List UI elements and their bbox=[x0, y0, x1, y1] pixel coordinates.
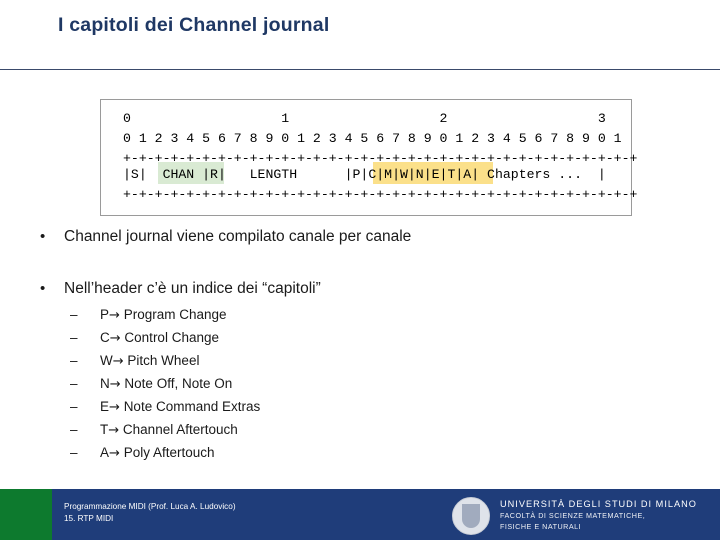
subitem-letter: P bbox=[100, 307, 110, 322]
university-crest-icon bbox=[452, 497, 490, 535]
subitem-letter: A bbox=[100, 445, 110, 460]
arrow-icon: → bbox=[112, 354, 124, 369]
footer-line-2: 15. RTP MIDI bbox=[64, 514, 114, 523]
slide: I capitoli dei Channel journal 0 1 2 3 0… bbox=[0, 0, 720, 540]
diagram-byte-numbers: 0 1 2 3 bbox=[123, 111, 606, 126]
subitem-letter: N bbox=[100, 376, 110, 391]
list-item: – A→ Poly Aftertouch bbox=[70, 445, 215, 461]
subitem-marker: – bbox=[70, 307, 78, 322]
bullet-item-2: • Nell’header c’è un indice dei “capitoli… bbox=[40, 280, 321, 298]
subitem-letter: T bbox=[100, 422, 109, 437]
arrow-icon: → bbox=[109, 331, 121, 346]
footer-line-1: Programmazione MIDI (Prof. Luca A. Ludov… bbox=[64, 502, 236, 511]
list-item: – W→ Pitch Wheel bbox=[70, 353, 199, 369]
subitem-marker: – bbox=[70, 376, 78, 391]
university-line-2: FACOLTÀ DI SCIENZE MATEMATICHE, bbox=[500, 511, 646, 520]
packet-header-diagram: 0 1 2 3 0 1 2 3 4 5 6 7 8 9 0 1 2 3 4 5 … bbox=[100, 99, 637, 216]
subitem-text: Control Change bbox=[124, 330, 219, 345]
subitem-marker: – bbox=[70, 353, 78, 368]
university-line-1: UNIVERSITÀ DEGLI STUDI DI MILANO bbox=[500, 499, 697, 509]
subitem-text: Poly Aftertouch bbox=[123, 445, 215, 460]
subitem-letter: W bbox=[100, 353, 113, 368]
bullet-marker: • bbox=[40, 280, 46, 297]
page-title: I capitoli dei Channel journal bbox=[58, 14, 330, 36]
arrow-icon: → bbox=[109, 400, 120, 415]
title-divider bbox=[0, 69, 720, 70]
list-item: – E→ Note Command Extras bbox=[70, 399, 260, 415]
subitem-marker: – bbox=[70, 399, 78, 414]
bullet-text: Nell’header c’è un indice dei “capitoli” bbox=[64, 280, 321, 297]
subitem-marker: – bbox=[70, 445, 78, 460]
list-item: – P→ Program Change bbox=[70, 307, 227, 323]
bullet-marker: • bbox=[40, 228, 46, 245]
university-name: UNIVERSITÀ DEGLI STUDI DI MILANO FACOLTÀ… bbox=[500, 499, 697, 532]
diagram-bit-numbers: 0 1 2 3 4 5 6 7 8 9 0 1 2 3 4 5 6 7 8 9 … bbox=[123, 131, 622, 146]
subitem-text: Program Change bbox=[123, 307, 227, 322]
subitem-letter: C bbox=[100, 330, 110, 345]
arrow-icon: → bbox=[109, 377, 121, 392]
footer-course-info: Programmazione MIDI (Prof. Luca A. Ludov… bbox=[64, 501, 236, 525]
subitem-marker: – bbox=[70, 330, 78, 345]
subitem-letter: E bbox=[100, 399, 110, 414]
list-item: – T→ Channel Aftertouch bbox=[70, 422, 238, 438]
diagram-rule-bottom: +-+-+-+-+-+-+-+-+-+-+-+-+-+-+-+-+-+-+-+-… bbox=[123, 187, 638, 202]
list-item: – N→ Note Off, Note On bbox=[70, 376, 232, 392]
diagram-field-row: |S| CHAN |R| LENGTH |P|C|M|W|N|E|T|A| Ch… bbox=[123, 167, 606, 182]
arrow-icon: → bbox=[108, 423, 120, 438]
subitem-marker: – bbox=[70, 422, 78, 437]
university-line-3: FISICHE E NATURALI bbox=[500, 522, 582, 531]
bullet-text: Channel journal viene compilato canale p… bbox=[64, 228, 412, 245]
diagram-rule-top: +-+-+-+-+-+-+-+-+-+-+-+-+-+-+-+-+-+-+-+-… bbox=[123, 151, 638, 166]
subitem-text: Channel Aftertouch bbox=[122, 422, 238, 437]
arrow-icon: → bbox=[109, 308, 120, 323]
bullet-item-1: • Channel journal viene compilato canale … bbox=[40, 228, 411, 246]
list-item: – C→ Control Change bbox=[70, 330, 219, 346]
arrow-icon: → bbox=[109, 446, 120, 461]
footer-accent-block bbox=[0, 489, 52, 540]
subitem-text: Note Off, Note On bbox=[124, 376, 233, 391]
subitem-text: Pitch Wheel bbox=[127, 353, 200, 368]
subitem-text: Note Command Extras bbox=[123, 399, 261, 414]
